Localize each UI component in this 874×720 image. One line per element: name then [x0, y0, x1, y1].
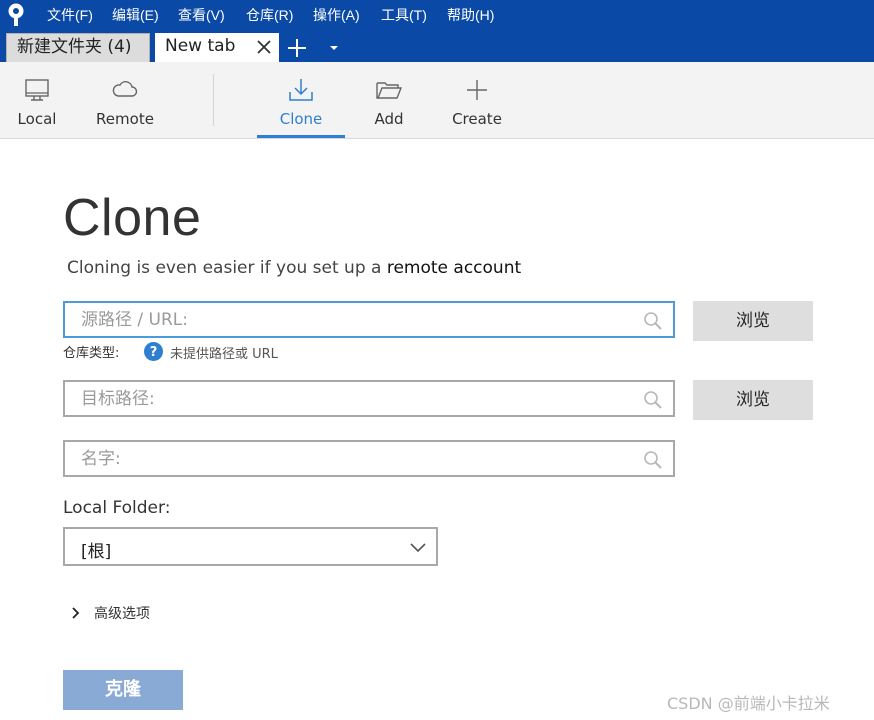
repo-type-message: 未提供路径或 URL — [170, 347, 278, 362]
menu-file[interactable]: 文件(F) — [47, 5, 93, 25]
toolbar-local-button[interactable]: Local — [8, 62, 66, 138]
menu-tools[interactable]: 工具(T) — [381, 5, 427, 25]
browse-source-button[interactable]: 浏览 — [693, 301, 813, 341]
browse-destination-button[interactable]: 浏览 — [693, 380, 813, 420]
menu-view[interactable]: 查看(V) — [178, 5, 225, 25]
menu-repository[interactable]: 仓库(R) — [246, 5, 293, 25]
toolbar-add-label: Add — [374, 110, 404, 128]
help-icon: ? — [144, 342, 163, 361]
toolbar-create-label: Create — [452, 110, 502, 128]
page-title: Clone — [63, 189, 202, 247]
toolbar-create-button[interactable]: Create — [448, 62, 506, 138]
tab-bar: 新建文件夹 (4) New tab — [0, 30, 874, 62]
active-tab-indicator — [257, 135, 345, 138]
monitor-icon — [25, 79, 49, 101]
toolbar: Local Remote Clone Add Create — [0, 62, 874, 139]
toolbar-add-button[interactable]: Add — [364, 62, 414, 138]
folder-open-icon — [376, 82, 403, 99]
tab-new-tab-label: New tab — [165, 36, 236, 56]
menu-actions[interactable]: 操作(A) — [313, 5, 360, 25]
toolbar-remote-button[interactable]: Remote — [94, 62, 156, 138]
cloud-icon — [112, 81, 138, 97]
tab-folder[interactable]: 新建文件夹 (4) — [6, 33, 150, 62]
source-url-input[interactable] — [81, 308, 636, 332]
toolbar-divider — [213, 74, 214, 126]
name-field[interactable] — [63, 440, 675, 477]
svg-text:?: ? — [150, 345, 158, 360]
source-url-field[interactable] — [63, 301, 675, 338]
chevron-right-icon — [72, 607, 80, 619]
search-icon[interactable] — [643, 311, 663, 331]
toolbar-clone-button[interactable]: Clone — [257, 62, 345, 138]
destination-path-field[interactable] — [63, 380, 675, 417]
watermark: CSDN @前端小卡拉米 — [667, 694, 830, 713]
toolbar-clone-label: Clone — [279, 110, 323, 128]
menu-edit[interactable]: 编辑(E) — [112, 5, 159, 25]
local-folder-select[interactable]: [根] — [63, 527, 438, 566]
caret-down-icon[interactable] — [329, 44, 339, 52]
repo-type-label: 仓库类型: — [63, 346, 120, 361]
name-input[interactable] — [81, 447, 636, 471]
download-icon — [289, 79, 313, 101]
toolbar-local-label: Local — [17, 110, 57, 128]
subtitle: Cloning is even easier if you set up a r… — [67, 258, 521, 278]
close-icon[interactable] — [256, 39, 272, 55]
chevron-down-icon — [410, 543, 426, 553]
remote-account-link[interactable]: remote account — [387, 258, 521, 278]
local-folder-label: Local Folder: — [63, 498, 171, 518]
sourcetree-logo-icon[interactable] — [6, 3, 26, 27]
advanced-options-label: 高级选项 — [94, 606, 150, 622]
repo-type-row: 仓库类型: ? 未提供路径或 URL — [63, 342, 278, 362]
subtitle-text: Cloning is even easier if you set up a — [67, 258, 387, 278]
search-icon[interactable] — [643, 390, 663, 410]
search-icon[interactable] — [643, 450, 663, 470]
menu-help[interactable]: 帮助(H) — [447, 5, 494, 25]
menu-bar: 文件(F) 编辑(E) 查看(V) 仓库(R) 操作(A) 工具(T) 帮助(H… — [0, 0, 874, 30]
plus-icon[interactable] — [287, 38, 307, 58]
toolbar-remote-label: Remote — [96, 110, 154, 128]
plus-icon — [467, 80, 487, 100]
clone-button[interactable]: 克隆 — [63, 670, 183, 710]
local-folder-value: [根] — [81, 542, 112, 562]
destination-path-input[interactable] — [81, 387, 636, 411]
